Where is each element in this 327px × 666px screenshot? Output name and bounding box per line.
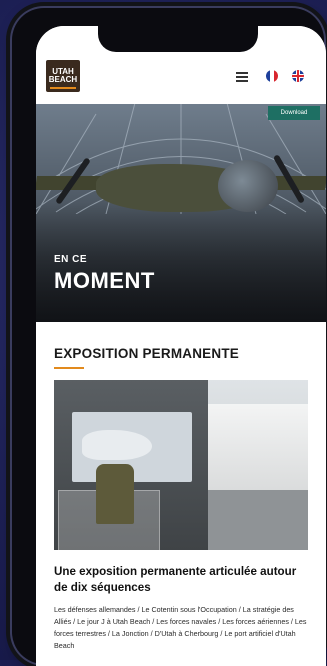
flag-uk-cross [292, 75, 304, 77]
download-button[interactable]: Download [268, 106, 320, 120]
phone-notch [98, 22, 258, 52]
utah-beach-logo[interactable]: UTAH BEACH [46, 60, 80, 92]
menu-line [236, 76, 248, 78]
hero-subtitle: EN CE [54, 254, 88, 265]
menu-line [236, 80, 248, 82]
hamburger-icon[interactable] [236, 72, 248, 82]
hero-title: MOMENT [54, 268, 155, 293]
photo-floor [208, 490, 308, 550]
aircraft-nose [218, 160, 278, 212]
exhibition-card-text: Les défenses allemandes / Le Cotentin so… [54, 605, 307, 650]
photo-uniform [96, 464, 134, 524]
phone-screen: UTAH BEACH Download EN CE MOMENT EXPOSIT… [36, 26, 326, 666]
logo-accent-bar [50, 87, 76, 89]
exhibition-card-title[interactable]: Une exposition permanente articulée auto… [54, 564, 310, 596]
exhibition-photo[interactable] [54, 380, 308, 550]
section-title-underline [54, 367, 84, 369]
hero-banner: Download EN CE MOMENT [36, 104, 326, 322]
flag-uk-icon[interactable] [292, 70, 304, 82]
section-title: EXPOSITION PERMANENTE [54, 346, 239, 361]
menu-line [236, 72, 248, 74]
flag-fr-icon[interactable] [266, 70, 278, 82]
phone-frame: UTAH BEACH Download EN CE MOMENT EXPOSIT… [10, 6, 326, 666]
logo-text-line2: BEACH [48, 75, 78, 84]
main-content: EXPOSITION PERMANENTE Une exposition per… [36, 322, 326, 666]
